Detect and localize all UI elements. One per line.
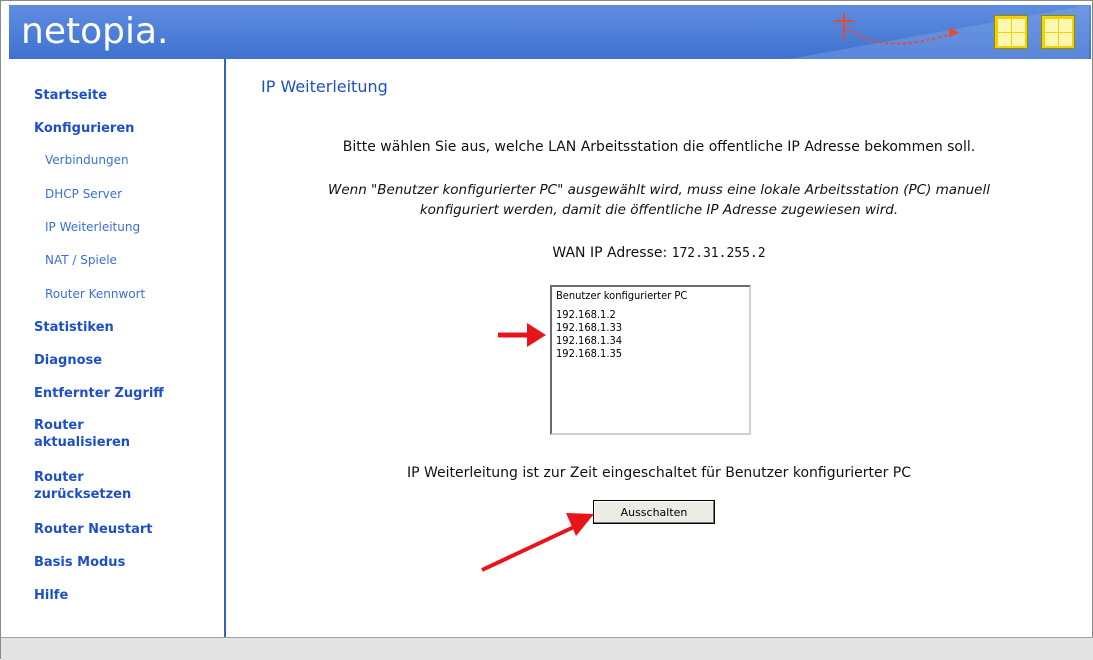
red-arrow-icon <box>481 513 594 572</box>
red-arrow-icon <box>498 323 546 347</box>
router-window: netopia. Startseite Konfigurieren Verbin… <box>0 0 1093 660</box>
annotation-overlay <box>481 323 594 572</box>
status-bar <box>1 637 1093 660</box>
